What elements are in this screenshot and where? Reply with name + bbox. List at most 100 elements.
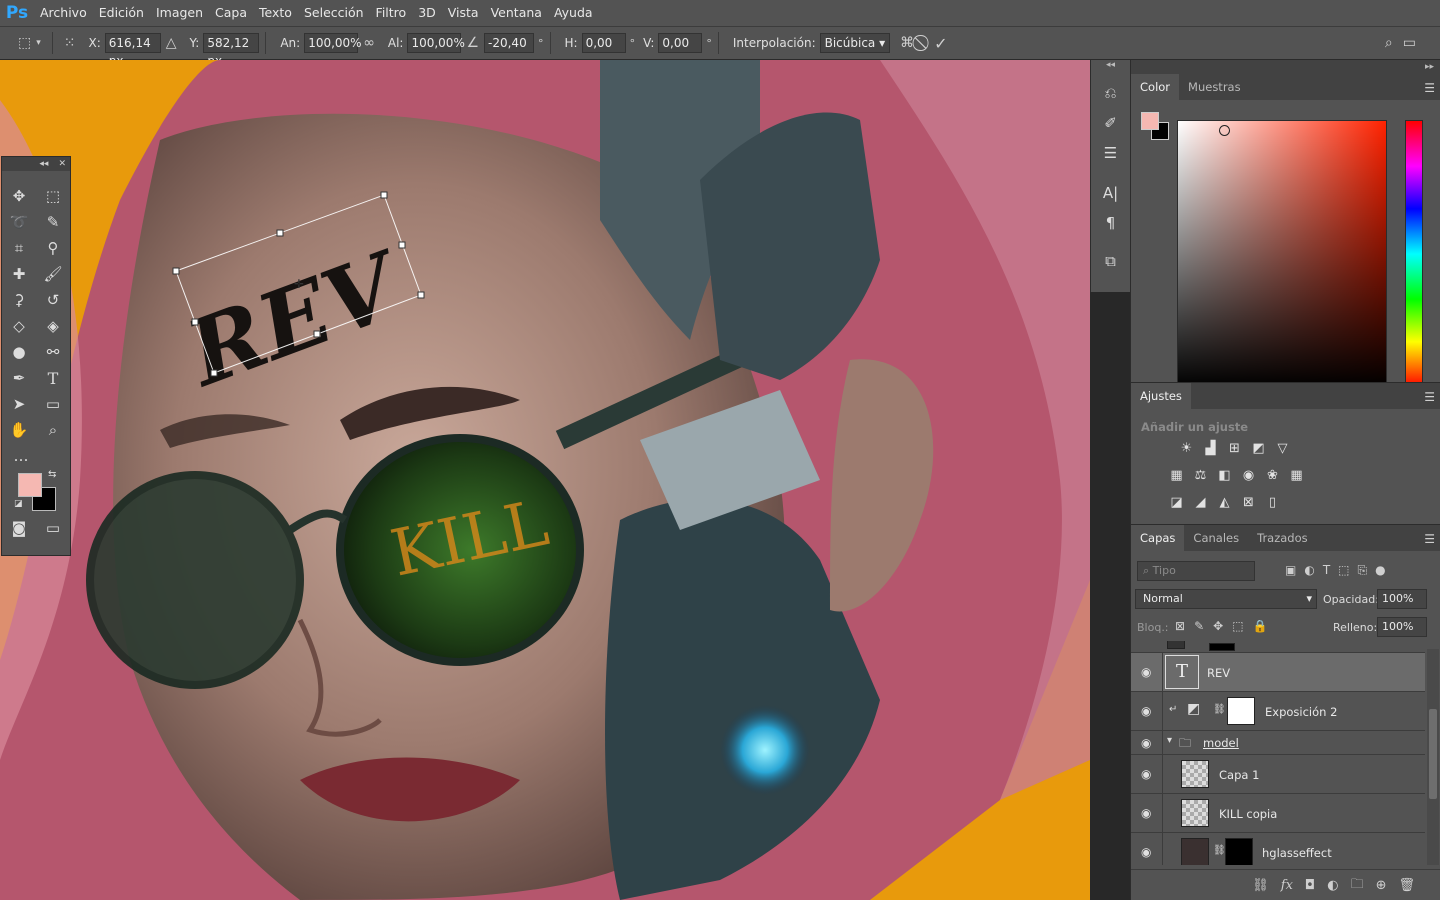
menu-capa[interactable]: Capa [209, 0, 253, 26]
menu-vista[interactable]: Vista [442, 0, 485, 26]
new-layer-icon[interactable]: ⊕ [1376, 878, 1387, 893]
filter-toggle-icon[interactable]: ● [1375, 563, 1385, 578]
screen-mode-icon[interactable]: ▭ [40, 516, 66, 540]
menu-archivo[interactable]: Archivo [34, 0, 93, 26]
layer-row-partial[interactable] [1131, 641, 1425, 653]
menu-edicion[interactable]: Edición [93, 0, 150, 26]
foreground-color-chip[interactable] [1141, 112, 1159, 130]
pivot-icon[interactable]: ✛ [294, 277, 304, 291]
layer-filter-select[interactable]: ⌕ Tipo [1137, 561, 1255, 581]
stamp-tool-icon[interactable]: ⚳ [6, 288, 32, 312]
color-picker-marker[interactable] [1219, 125, 1230, 136]
workspace-icon[interactable]: ▭ [1403, 35, 1416, 51]
collapse-icon[interactable]: ◂◂ [39, 159, 48, 169]
default-colors-icon[interactable]: ◪ [14, 499, 23, 509]
angle-field[interactable]: -20,40 [484, 33, 535, 53]
interpolation-select[interactable]: Bicúbica ▾ [819, 33, 891, 53]
channel-mixer-icon[interactable]: ❀ [1263, 466, 1282, 485]
tab-canales[interactable]: Canales [1184, 525, 1248, 551]
pen-tool-icon[interactable]: ✒ [6, 366, 32, 390]
type-tool-icon[interactable]: T [40, 366, 66, 390]
levels-icon[interactable]: ▟ [1201, 439, 1220, 458]
menu-3d[interactable]: 3D [412, 0, 442, 26]
transform-handle[interactable] [276, 229, 284, 237]
threshold-icon[interactable]: ◭ [1215, 493, 1234, 512]
foreground-color-swatch[interactable] [18, 473, 42, 497]
menu-texto[interactable]: Texto [253, 0, 298, 26]
new-adjustment-icon[interactable]: ◐ [1327, 878, 1338, 893]
filter-pixel-icon[interactable]: ▣ [1285, 563, 1296, 578]
history-panel-icon[interactable]: ⎌ [1091, 78, 1130, 108]
chevron-down-icon[interactable]: ▾ [1167, 735, 1172, 746]
menu-filtro[interactable]: Filtro [370, 0, 413, 26]
tab-trazados[interactable]: Trazados [1248, 525, 1317, 551]
warp-icon[interactable]: ⌘ [900, 35, 914, 51]
link-icon[interactable]: ∞ [363, 35, 375, 51]
color-balance-icon[interactable]: ⚖ [1191, 466, 1210, 485]
lock-transparency-icon[interactable]: ⊠ [1175, 619, 1185, 633]
chevron-down-icon[interactable]: ▾ [36, 38, 41, 48]
y-position-field[interactable]: 582,12 px [203, 33, 260, 68]
eraser-tool-icon[interactable]: ◇ [6, 314, 32, 338]
rectangle-tool-icon[interactable]: ▭ [40, 392, 66, 416]
black-white-icon[interactable]: ◧ [1215, 466, 1234, 485]
filter-adjustment-icon[interactable]: ◐ [1304, 563, 1314, 578]
layer-name[interactable]: hglasseffect [1262, 846, 1332, 860]
move-tool-icon[interactable]: ✥ [6, 184, 32, 208]
quick-select-tool-icon[interactable]: ✎ [40, 210, 66, 234]
layer-row-model[interactable]: ◉ ▾ 🗀 model [1131, 731, 1425, 755]
layer-style-icon[interactable]: fx [1281, 878, 1293, 893]
lock-all-icon[interactable]: 🔒 [1253, 619, 1268, 633]
layer-row-exposicion-2[interactable]: ◉ ↵ ◩ ⛓ Exposición 2 [1131, 692, 1425, 731]
blur-tool-icon[interactable]: ● [6, 340, 32, 364]
marquee-tool-icon[interactable]: ⬚ [40, 184, 66, 208]
hand-tool-icon[interactable]: ✋ [6, 418, 32, 442]
tab-color[interactable]: Color [1131, 74, 1180, 100]
transform-tool-icon[interactable]: ⬚ [18, 35, 31, 51]
transform-handle[interactable] [380, 191, 388, 199]
menu-ayuda[interactable]: Ayuda [548, 0, 599, 26]
tab-capas[interactable]: Capas [1131, 525, 1185, 551]
exposure-icon[interactable]: ◩ [1249, 439, 1268, 458]
hue-saturation-icon[interactable]: ▦ [1167, 466, 1186, 485]
swap-colors-icon[interactable]: ⇆ [48, 469, 56, 480]
width-field[interactable]: 100,00% [304, 33, 362, 53]
lock-pixels-icon[interactable]: ✎ [1194, 619, 1204, 633]
brush-tool-icon[interactable]: 🖌 [40, 262, 66, 286]
visibility-eye-icon[interactable]: ◉ [1141, 704, 1151, 718]
hue-slider[interactable] [1405, 120, 1423, 388]
v-skew-field[interactable]: 0,00 [658, 33, 703, 53]
transform-handle[interactable] [417, 291, 425, 299]
expand-panels-icon[interactable]: ◂◂ [1091, 60, 1130, 78]
panel-menu-icon[interactable]: ☰ [1424, 81, 1435, 95]
opacity-field[interactable]: 100% [1377, 589, 1427, 609]
visibility-eye-icon[interactable]: ◉ [1141, 806, 1151, 820]
crop-tool-icon[interactable]: ⌗ [6, 236, 32, 260]
blend-mode-select[interactable]: Normal ▾ [1135, 589, 1317, 609]
more-tools-icon[interactable]: … [8, 444, 34, 468]
eyedropper-tool-icon[interactable]: ⚲ [40, 236, 66, 260]
dodge-tool-icon[interactable]: ⚯ [40, 340, 66, 364]
menu-imagen[interactable]: Imagen [150, 0, 209, 26]
paragraph-panel-icon[interactable]: ¶ [1091, 208, 1130, 238]
visibility-eye-icon[interactable]: ◉ [1141, 665, 1151, 679]
delete-layer-icon[interactable]: 🗑 [1398, 878, 1415, 893]
healing-tool-icon[interactable]: ✚ [6, 262, 32, 286]
link-layers-icon[interactable]: ⛓ [1252, 878, 1269, 893]
dock-collapse-icon[interactable]: ▸▸ [1131, 60, 1440, 74]
menu-seleccion[interactable]: Selección [298, 0, 370, 26]
delta-icon[interactable]: △ [166, 35, 177, 51]
lock-artboard-icon[interactable]: ⬚ [1232, 619, 1243, 633]
search-icon[interactable]: ⌕ [1385, 35, 1393, 51]
height-field[interactable]: 100,00% [407, 33, 465, 53]
tab-muestras[interactable]: Muestras [1179, 74, 1250, 100]
add-mask-icon[interactable]: ◘ [1305, 878, 1315, 893]
color-lookup-icon[interactable]: ▦ [1287, 466, 1306, 485]
layer-row-hglasseffect[interactable]: ◉ ⛓ hglasseffect [1131, 833, 1425, 865]
brightness-icon[interactable]: ☀ [1177, 439, 1196, 458]
layer-name[interactable]: model [1203, 736, 1239, 750]
invert-icon[interactable]: ◪ [1167, 493, 1186, 512]
lock-position-icon[interactable]: ✥ [1213, 619, 1223, 633]
reference-point-icon[interactable]: ⁙ [64, 35, 76, 51]
transform-handle[interactable] [313, 330, 321, 338]
